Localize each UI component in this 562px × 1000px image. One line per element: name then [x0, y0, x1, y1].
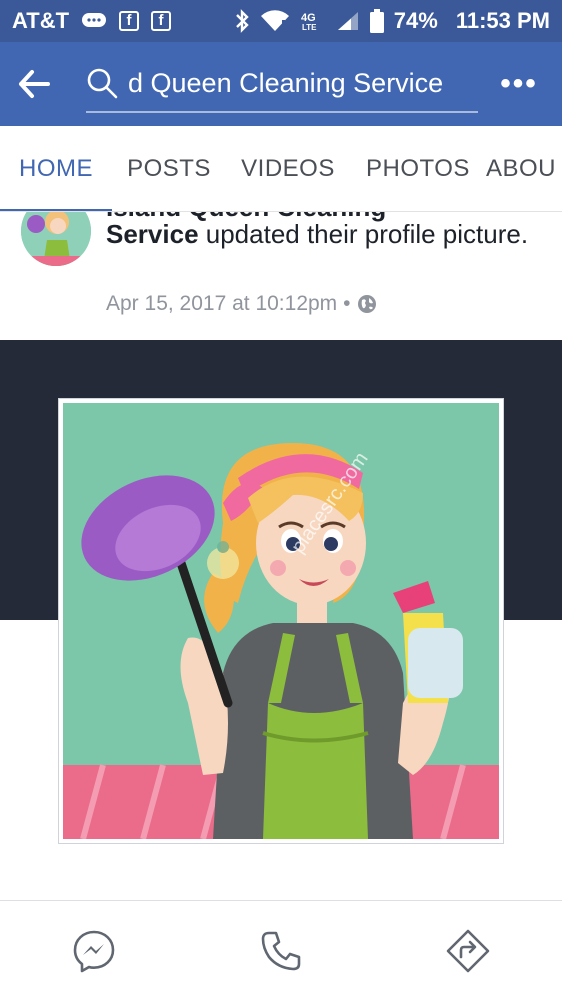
- bottom-action-bar: [0, 900, 562, 1000]
- search-icon: [87, 68, 118, 99]
- post-timestamp[interactable]: Apr 15, 2017 at 10:12pm: [106, 292, 337, 316]
- call-button[interactable]: [246, 916, 316, 986]
- directions-button[interactable]: [433, 916, 503, 986]
- tab-about-label: ABOU: [486, 154, 557, 182]
- post-meta: Apr 15, 2017 at 10:12pm •: [106, 292, 377, 316]
- bluetooth-icon: [234, 9, 250, 33]
- tab-photos[interactable]: PHOTOS: [350, 126, 486, 211]
- tab-posts[interactable]: POSTS: [112, 126, 226, 211]
- message-button[interactable]: [59, 916, 129, 986]
- messenger-icon: [73, 930, 114, 972]
- messenger-notification-icon: [81, 11, 107, 31]
- post-action-text: updated their profile picture.: [198, 219, 529, 249]
- more-options-button[interactable]: •••: [494, 54, 544, 114]
- post-summary: Service updated their profile picture.: [106, 218, 546, 250]
- page-name-link[interactable]: Service: [106, 219, 199, 249]
- back-arrow-icon: [19, 70, 50, 98]
- page-avatar[interactable]: [21, 212, 91, 266]
- tab-home-label: HOME: [19, 154, 93, 182]
- search-query: d Queen Cleaning Service: [128, 67, 444, 98]
- meta-separator: •: [343, 292, 351, 315]
- search-field[interactable]: d Queen Cleaning Service: [86, 55, 478, 113]
- tab-videos-label: VIDEOS: [241, 154, 335, 182]
- directions-icon: [447, 929, 490, 972]
- profile-picture[interactable]: placesrc.com: [58, 398, 504, 844]
- cleaning-lady-illustration: placesrc.com: [63, 403, 499, 839]
- status-bar: AT&T f f 4G LTE 74% 11:53 PM: [0, 0, 562, 42]
- tab-home[interactable]: HOME: [0, 126, 112, 211]
- more-icon: •••: [500, 67, 538, 100]
- carrier-label: AT&T: [12, 8, 70, 33]
- tab-photos-label: PHOTOS: [366, 154, 470, 182]
- app-header: d Queen Cleaning Service •••: [0, 42, 562, 126]
- tab-videos[interactable]: VIDEOS: [226, 126, 350, 211]
- globe-icon: [357, 295, 376, 313]
- svg-text:LTE: LTE: [302, 23, 317, 32]
- wifi-icon: [260, 10, 290, 32]
- battery-icon: [369, 9, 384, 33]
- battery-percent: 74%: [393, 8, 438, 33]
- back-button[interactable]: [18, 54, 78, 114]
- lte-icon: 4G LTE: [300, 10, 326, 32]
- page: AT&T f f 4G LTE 74% 11:53 PM d Queen Cle…: [0, 0, 562, 1000]
- post-header: Island Queen Cleaning Service updated th…: [0, 212, 562, 340]
- tab-posts-label: POSTS: [127, 154, 211, 182]
- facebook-notification-icon-2: f: [151, 11, 172, 31]
- signal-icon: [336, 10, 360, 32]
- page-tabs: HOME POSTS VIDEOS PHOTOS ABOU: [0, 126, 562, 212]
- phone-icon: [261, 931, 301, 970]
- tab-about[interactable]: ABOU: [486, 126, 562, 211]
- facebook-notification-icon: f: [119, 11, 140, 31]
- clock: 11:53 PM: [455, 8, 550, 33]
